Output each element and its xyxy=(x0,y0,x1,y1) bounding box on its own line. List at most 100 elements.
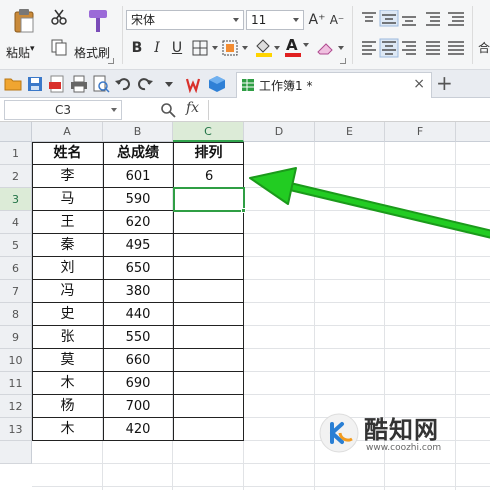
borders-icon[interactable] xyxy=(192,40,220,56)
copy-icon[interactable] xyxy=(50,38,68,56)
undo-icon[interactable] xyxy=(114,75,132,93)
score-cell[interactable]: 690 xyxy=(103,372,173,395)
row-header-4[interactable]: 4 xyxy=(0,211,32,234)
scissors-icon[interactable] xyxy=(50,8,68,26)
score-cell[interactable]: 660 xyxy=(103,349,173,372)
name-cell[interactable]: 张 xyxy=(32,326,103,349)
fill-handle[interactable] xyxy=(241,208,246,213)
rank-cell[interactable] xyxy=(173,326,244,349)
row-header-overflow[interactable] xyxy=(0,441,32,464)
cube-icon[interactable] xyxy=(208,75,226,93)
column-header-e[interactable]: E xyxy=(315,122,385,142)
row-header-13[interactable]: 13 xyxy=(0,418,32,441)
row-header-6[interactable]: 6 xyxy=(0,257,32,280)
header-cell[interactable]: 姓名 xyxy=(32,142,103,165)
score-cell[interactable]: 590 xyxy=(103,188,173,211)
fill-color-icon[interactable] xyxy=(254,38,282,58)
rank-cell[interactable] xyxy=(173,349,244,372)
name-cell[interactable]: 莫 xyxy=(32,349,103,372)
column-header-c[interactable]: C xyxy=(173,122,244,142)
formula-input[interactable] xyxy=(208,100,488,120)
row-header-12[interactable]: 12 xyxy=(0,395,32,418)
select-all-corner[interactable] xyxy=(0,122,32,142)
underline-button[interactable]: U xyxy=(168,38,186,58)
font-color-button[interactable]: A xyxy=(284,36,312,58)
score-cell[interactable]: 550 xyxy=(103,326,173,349)
column-header-d[interactable]: D xyxy=(244,122,315,142)
row-header-11[interactable]: 11 xyxy=(0,372,32,395)
folder-icon[interactable] xyxy=(4,75,22,93)
new-tab-plus-icon[interactable]: + xyxy=(436,71,453,95)
score-cell[interactable]: 495 xyxy=(103,234,173,257)
print-preview-icon[interactable] xyxy=(92,75,110,93)
column-header-a[interactable]: A xyxy=(32,122,103,142)
column-header-f[interactable]: F xyxy=(385,122,456,142)
column-header-b[interactable]: B xyxy=(103,122,173,142)
row-header-2[interactable]: 2 xyxy=(0,165,32,188)
merge-cells-icon[interactable] xyxy=(222,40,250,56)
name-cell[interactable]: 史 xyxy=(32,303,103,326)
document-tab[interactable]: 工作簿1 * × xyxy=(236,72,432,98)
rank-cell[interactable] xyxy=(173,211,244,234)
row-header-7[interactable]: 7 xyxy=(0,280,32,303)
score-cell[interactable]: 380 xyxy=(103,280,173,303)
spreadsheet-grid[interactable]: ABCDEF 1 2 3 4 5 6 7 8 9 10 11 12 13 姓名 总成绩 排列李 601 6 马 59… xyxy=(0,122,490,490)
font-dialog-launcher-icon[interactable] xyxy=(340,58,346,64)
name-box[interactable]: C3 xyxy=(4,100,122,120)
score-cell[interactable]: 440 xyxy=(103,303,173,326)
row-header-1[interactable]: 1 xyxy=(0,142,32,165)
score-cell[interactable]: 420 xyxy=(103,418,173,441)
header-cell[interactable]: 排列 xyxy=(173,142,244,165)
name-cell[interactable]: 木 xyxy=(32,418,103,441)
name-cell[interactable]: 李 xyxy=(32,165,103,188)
name-cell[interactable]: 杨 xyxy=(32,395,103,418)
shrink-font-button[interactable]: A⁻ xyxy=(328,10,346,30)
clear-format-icon[interactable] xyxy=(316,40,346,56)
save-icon[interactable] xyxy=(26,75,44,93)
font-name-select[interactable]: 宋体 xyxy=(126,10,244,30)
rank-cell[interactable] xyxy=(173,188,244,211)
rank-cell[interactable] xyxy=(173,395,244,418)
rank-cell[interactable]: 6 xyxy=(173,165,244,188)
grow-font-button[interactable]: A⁺ xyxy=(308,10,326,30)
name-cell[interactable]: 马 xyxy=(32,188,103,211)
rank-cell[interactable] xyxy=(173,234,244,257)
bold-button[interactable]: B xyxy=(128,38,146,58)
rank-cell[interactable] xyxy=(173,418,244,441)
name-cell[interactable]: 木 xyxy=(32,372,103,395)
name-cell[interactable]: 冯 xyxy=(32,280,103,303)
font-size-select[interactable]: 11 xyxy=(246,10,304,30)
merge-center-partial-label[interactable]: 合 xyxy=(476,38,490,58)
rank-cell[interactable] xyxy=(173,257,244,280)
format-painter-button[interactable]: 格式刷 xyxy=(74,6,120,64)
print-icon[interactable] xyxy=(70,75,88,93)
row-header-5[interactable]: 5 xyxy=(0,234,32,257)
score-cell[interactable]: 620 xyxy=(103,211,173,234)
fx-icon[interactable]: fx xyxy=(186,100,199,116)
redo-icon[interactable] xyxy=(136,75,154,93)
row-header-8[interactable]: 8 xyxy=(0,303,32,326)
paste-dropdown-icon[interactable]: ▾ xyxy=(30,44,35,54)
column-header-overflow[interactable] xyxy=(456,122,490,142)
score-cell[interactable]: 700 xyxy=(103,395,173,418)
close-icon[interactable]: × xyxy=(413,76,425,92)
clipboard-dialog-launcher-icon[interactable] xyxy=(108,58,114,64)
header-cell[interactable]: 总成绩 xyxy=(103,142,173,165)
row-header-3[interactable]: 3 xyxy=(0,188,32,211)
name-cell[interactable]: 刘 xyxy=(32,257,103,280)
name-cell[interactable]: 王 xyxy=(32,211,103,234)
row-header-10[interactable]: 10 xyxy=(0,349,32,372)
search-icon[interactable] xyxy=(160,102,176,118)
italic-button[interactable]: I xyxy=(148,38,166,58)
rank-cell[interactable] xyxy=(173,303,244,326)
score-cell[interactable]: 601 xyxy=(103,165,173,188)
rank-cell[interactable] xyxy=(173,372,244,395)
score-cell[interactable]: 650 xyxy=(103,257,173,280)
export-pdf-icon[interactable] xyxy=(48,75,66,93)
rank-cell[interactable] xyxy=(173,280,244,303)
wps-logo-icon[interactable] xyxy=(186,75,204,93)
customize-toolbar-icon[interactable] xyxy=(160,75,178,93)
name-cell[interactable]: 秦 xyxy=(32,234,103,257)
row-header-9[interactable]: 9 xyxy=(0,326,32,349)
paste-button[interactable]: 粘贴 ▾ xyxy=(4,6,44,64)
